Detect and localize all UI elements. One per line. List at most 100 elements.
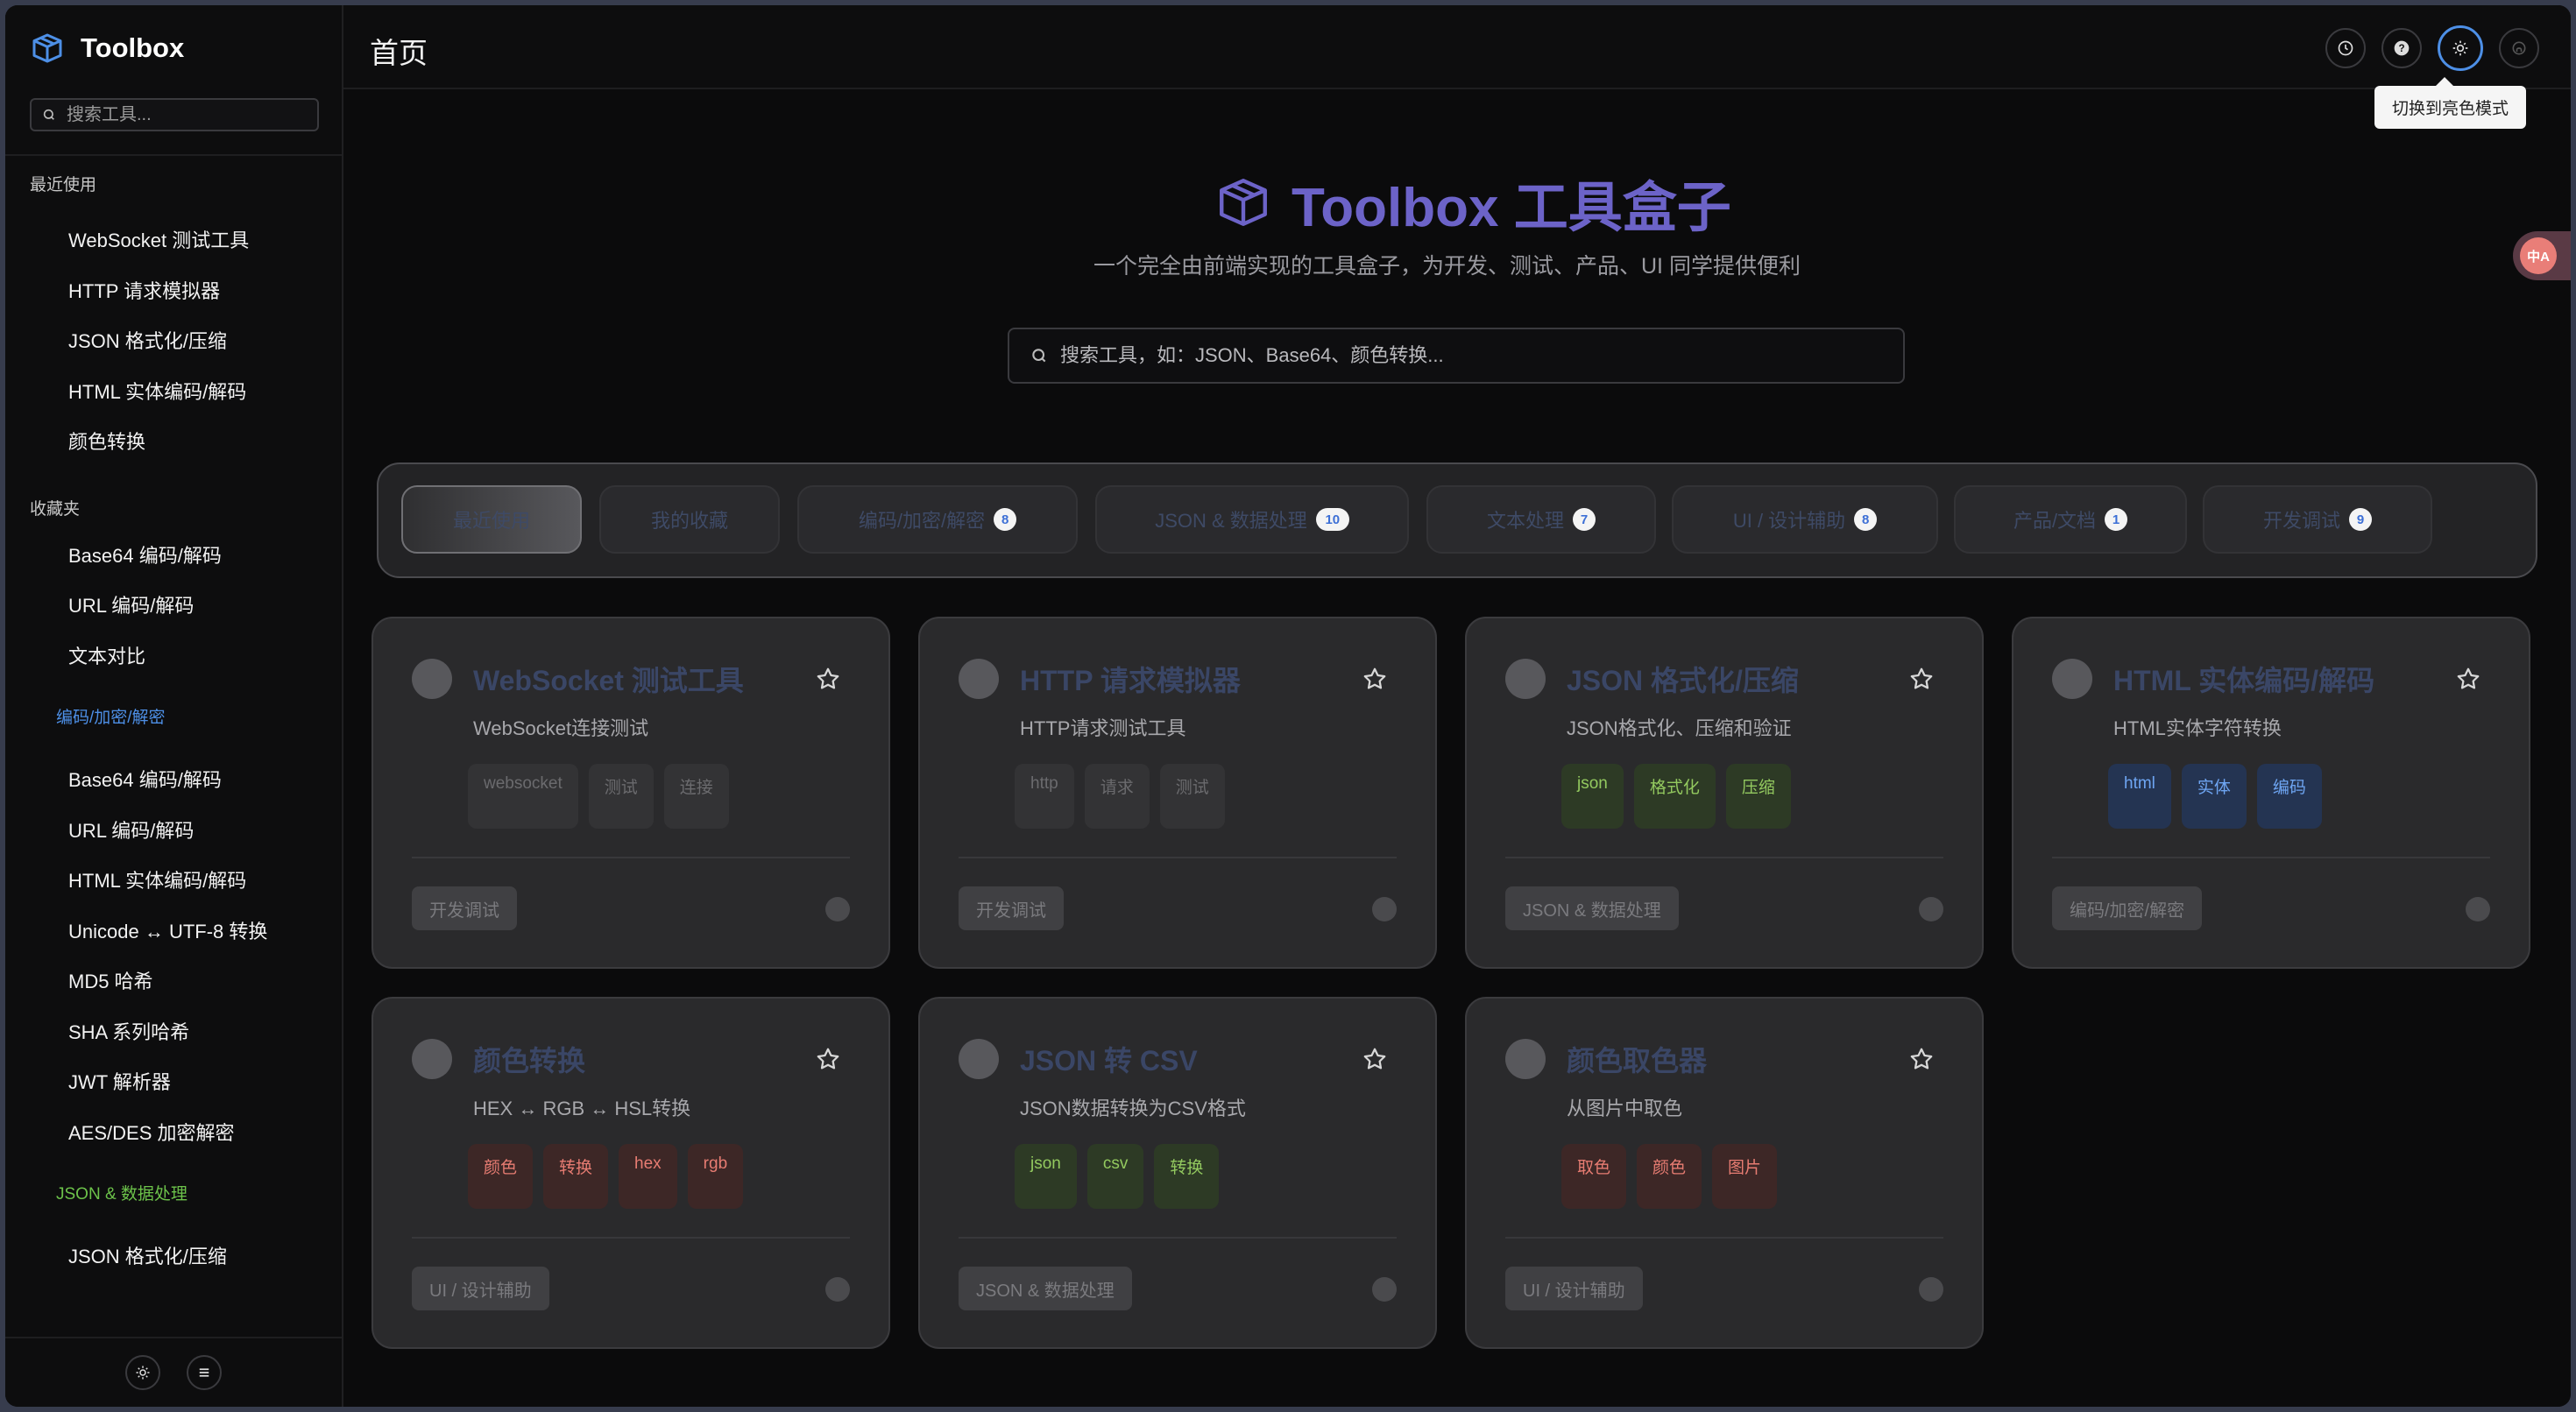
tool-description: HTML实体字符转换 [2113,717,2282,739]
tag-list: json csv 转换 [1015,1144,1220,1209]
tag: 转换 [1154,1144,1220,1209]
sidebar-item[interactable]: WebSocket 测试工具 [5,215,342,266]
tag: 编码 [2256,764,2322,829]
tool-card[interactable]: JSON 转 CSV JSON数据转换为CSV格式 json csv 转换 JS… [918,997,1437,1349]
tab-product[interactable]: 产品/文档 1 [1954,485,2187,554]
sidebar-item[interactable]: HTML 实体编码/解码 [5,856,342,907]
tag: 格式化 [1633,764,1716,829]
tool-title: WebSocket 测试工具 [473,665,744,696]
tag: 取色 [1561,1144,1627,1209]
sidebar-item[interactable]: AES/DES 加密解密 [5,1108,342,1159]
status-dot [1919,1277,1943,1302]
hero-search[interactable] [1008,328,1905,384]
tag-list: websocket 测试 连接 [468,764,729,829]
tab-count-badge: 1 [2105,508,2128,531]
tab-json[interactable]: JSON & 数据处理 10 [1095,485,1409,554]
github-button[interactable] [2499,28,2539,68]
tool-title: JSON 转 CSV [1020,1045,1198,1077]
theme-switch-button[interactable] [2438,25,2483,71]
help-button[interactable]: ? [2381,28,2422,68]
tool-description: HEX ↔ RGB ↔ HSL转换 [473,1098,691,1119]
sun-icon [2452,40,2468,56]
star-icon[interactable] [815,666,841,692]
sidebar-item[interactable]: Unicode ↔ UTF-8 转换 [5,907,342,957]
sidebar-search[interactable] [30,98,319,131]
star-icon[interactable] [1908,666,1935,692]
tab-ui[interactable]: UI / 设计辅助 8 [1672,485,1938,554]
hero-search-input[interactable] [1058,343,1851,368]
status-dot [1372,897,1397,921]
status-dot [2466,897,2490,921]
sidebar-item[interactable]: SHA 系列哈希 [5,1007,342,1058]
tool-card[interactable]: 颜色转换 HEX ↔ RGB ↔ HSL转换 颜色 转换 hex rgb UI … [372,997,890,1349]
tab-count-badge: 10 [1315,508,1349,531]
tag: rgb [687,1144,744,1209]
theme-toggle-button[interactable] [125,1355,160,1390]
tab-favorites[interactable]: 我的收藏 [599,485,780,554]
box-logo-icon [32,33,62,63]
translate-icon: 中A [2520,237,2557,274]
card-divider [412,857,850,858]
sidebar-nav[interactable]: 最近使用 WebSocket 测试工具 HTTP 请求模拟器 JSON 格式化/… [5,156,342,1330]
tag: 请求 [1084,764,1150,829]
star-icon[interactable] [1362,666,1388,692]
section-encoding-title[interactable]: 编码/加密/解密 [5,681,342,755]
sidebar-item[interactable]: HTTP 请求模拟器 [5,266,342,317]
section-json-title[interactable]: JSON & 数据处理 [5,1158,342,1232]
tool-title: 颜色转换 [473,1045,586,1077]
tab-count-badge: 8 [994,508,1017,531]
tab-label: 开发调试 [2262,510,2340,532]
tag: websocket [468,764,578,829]
star-icon[interactable] [1908,1046,1935,1072]
tab-encoding[interactable]: 编码/加密/解密 8 [797,485,1078,554]
tab-label: 我的收藏 [650,510,728,532]
brand-name: Toolbox [81,32,185,63]
sidebar-item[interactable]: URL 编码/解码 [5,806,342,857]
tag-list: html 实体 编码 [2108,764,2322,829]
card-divider [1505,857,1943,858]
tool-title: JSON 格式化/压缩 [1567,665,1799,696]
sidebar-item[interactable]: URL 编码/解码 [5,581,342,632]
sidebar-search-input[interactable] [65,103,305,126]
sidebar-item[interactable]: 颜色转换 [5,417,342,468]
sidebar-item[interactable]: JSON 格式化/压缩 [5,316,342,367]
sidebar-item[interactable]: MD5 哈希 [5,957,342,1007]
card-divider [2052,857,2490,858]
tool-card[interactable]: 颜色取色器 从图片中取色 取色 颜色 图片 UI / 设计辅助 [1465,997,1984,1349]
tab-text[interactable]: 文本处理 7 [1426,485,1656,554]
sidebar-item[interactable]: JSON 格式化/压缩 [5,1232,342,1282]
tool-description: JSON数据转换为CSV格式 [1020,1098,1246,1119]
brand[interactable]: Toolbox [30,30,184,67]
tab-dev[interactable]: 开发调试 9 [2203,485,2432,554]
menu-button[interactable] [187,1355,222,1390]
star-icon[interactable] [2455,666,2481,692]
tool-card[interactable]: JSON 格式化/压缩 JSON格式化、压缩和验证 json 格式化 压缩 JS… [1465,617,1984,969]
tag-list: 取色 颜色 图片 [1561,1144,1778,1209]
sidebar-item[interactable]: JWT 解析器 [5,1057,342,1108]
history-button[interactable] [2325,28,2366,68]
tool-card[interactable]: WebSocket 测试工具 WebSocket连接测试 websocket 测… [372,617,890,969]
star-icon[interactable] [815,1046,841,1072]
tab-recent[interactable]: 最近使用 [401,485,582,554]
clock-icon [2338,40,2353,56]
hero-subtitle: 一个完全由前端实现的工具盒子，为开发、测试、产品、UI 同学提供便利 [1093,254,1801,279]
tab-label: UI / 设计辅助 [1732,510,1846,532]
tab-label: 编码/加密/解密 [858,510,986,532]
sidebar-item[interactable]: Base64 编码/解码 [5,755,342,806]
tool-icon [959,659,999,699]
tool-description: HTTP请求测试工具 [1020,717,1186,739]
tool-card[interactable]: HTTP 请求模拟器 HTTP请求测试工具 http 请求 测试 开发调试 [918,617,1437,969]
tool-card[interactable]: HTML 实体编码/解码 HTML实体字符转换 html 实体 编码 编码/加密… [2012,617,2530,969]
sidebar-item[interactable]: HTML 实体编码/解码 [5,367,342,418]
star-icon[interactable] [1362,1046,1388,1072]
app-window: Toolbox 最近使用 WebSocket 测试工具 HTTP 请求模拟器 J… [5,5,2571,1407]
tab-count-badge: 9 [2349,508,2372,531]
hero-title: Toolbox 工具盒子 [1214,163,1731,242]
category-badge: 开发调试 [412,886,517,930]
tag: 颜色 [1637,1144,1702,1209]
tag: 压缩 [1725,764,1791,829]
sidebar-item[interactable]: Base64 编码/解码 [5,531,342,582]
tag-list: http 请求 测试 [1015,764,1225,829]
sidebar-item[interactable]: 文本对比 [5,632,342,682]
translate-widget[interactable]: 中A [2513,231,2571,280]
